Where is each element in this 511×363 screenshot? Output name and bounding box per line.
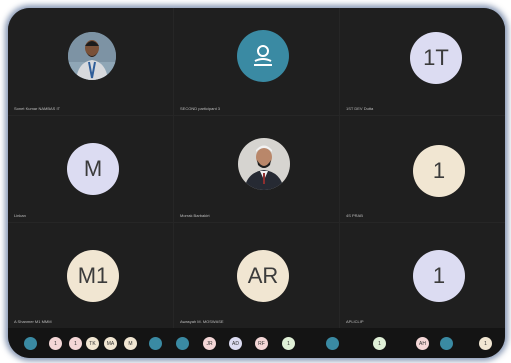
participant-photo (238, 138, 290, 190)
participant-name: Morrak Barbakirt (180, 213, 210, 218)
participant-name: A Shanmer M1 MMM (14, 319, 52, 324)
participant-avatar: M1 (67, 250, 119, 302)
video-tile[interactable]: 1T 1ST DEV Dutta (340, 8, 505, 115)
participant-name: 1ST DEV Dutta (346, 106, 374, 111)
participant-chip[interactable]: JR (203, 337, 216, 350)
participant-name: Linkan (14, 213, 26, 218)
participant-avatar: AR (237, 250, 289, 302)
participant-name: Awasyah M. MOSWASE (180, 319, 224, 324)
participant-chip[interactable] (149, 337, 162, 350)
video-tile[interactable]: M Linkan (8, 116, 173, 222)
participant-chip[interactable]: M (124, 337, 137, 350)
participant-avatar: 1 (413, 145, 465, 197)
video-tile[interactable]: Sonet Kumar NAMBAS IT (8, 8, 173, 115)
participant-name: SECOND participant 3 (180, 106, 221, 111)
participant-avatar: 1 (413, 250, 465, 302)
video-tile[interactable]: Morrak Barbakirt (174, 116, 339, 222)
participant-avatar: 1T (410, 32, 462, 84)
participant-chip[interactable]: AD (229, 337, 242, 350)
participant-chip[interactable] (326, 337, 339, 350)
participant-photo (68, 32, 116, 80)
participant-chip[interactable]: MA (104, 337, 117, 350)
participant-chip[interactable]: 1 (49, 337, 62, 350)
video-tile[interactable]: SECOND participant 3 (174, 8, 339, 115)
video-tile[interactable]: M1 A Shanmer M1 MMM (8, 223, 173, 328)
participant-chip[interactable]: 1 (282, 337, 295, 350)
participant-name: Sonet Kumar NAMBAS IT (14, 106, 61, 111)
video-tile[interactable]: AR Awasyah M. MOSWASE (174, 223, 339, 328)
participant-chip[interactable]: 1 (479, 337, 492, 350)
participant-chip[interactable]: AH (416, 337, 429, 350)
video-tile[interactable]: 1 4S PRAB (340, 116, 505, 222)
participant-chip[interactable]: TK (86, 337, 99, 350)
participant-chip[interactable] (176, 337, 189, 350)
participant-chip[interactable] (24, 337, 37, 350)
video-tile[interactable]: 1 APLICLIP (340, 223, 505, 328)
participant-chip[interactable]: 1 (69, 337, 82, 350)
person-icon (237, 30, 289, 82)
participant-chip[interactable]: RF (255, 337, 268, 350)
participant-avatar: M (67, 143, 119, 195)
participant-name: APLICLIP (346, 319, 364, 324)
participants-bar: 1 1 TK MA M JR AD RF 1 1 AH 1 (8, 328, 505, 358)
participant-name: 4S PRAB (346, 213, 363, 218)
meeting-window: Sonet Kumar NAMBAS IT SECOND participant… (8, 8, 505, 358)
participant-chip[interactable] (440, 337, 453, 350)
participant-chip[interactable]: 1 (373, 337, 386, 350)
